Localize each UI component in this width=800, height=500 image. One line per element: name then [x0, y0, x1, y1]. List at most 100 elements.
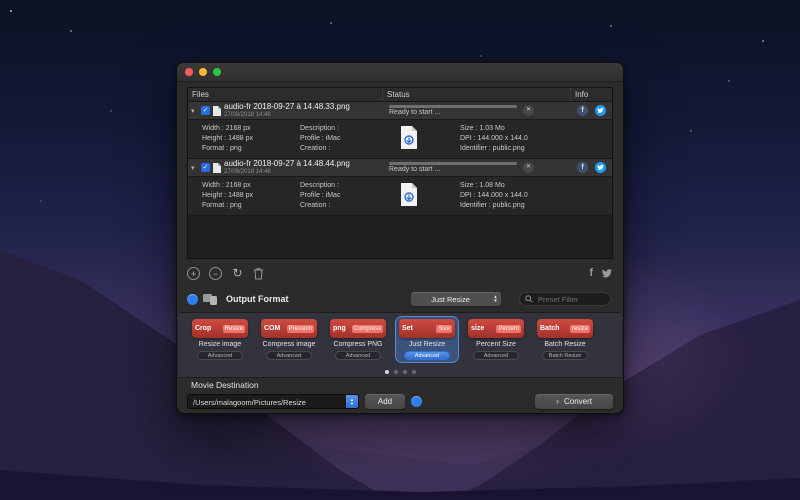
- file-name-block: audio-fr 2018-09-27 à 14.48.33.png 27/09…: [224, 103, 350, 119]
- refresh-icon[interactable]: ↻: [231, 266, 244, 280]
- page-dot[interactable]: [393, 370, 398, 374]
- file-date: 27/09/2018 14:48: [224, 112, 271, 118]
- cancel-icon[interactable]: ✕: [523, 105, 534, 116]
- advanced-button[interactable]: Advanced: [266, 351, 312, 360]
- movie-destination-label: Movie Destination: [191, 380, 259, 390]
- file-name: audio-fr 2018-09-27 à 14.48.44.png: [224, 159, 350, 168]
- destination-share-icon[interactable]: [411, 396, 422, 407]
- output-format-popup[interactable]: Just Resize ▲ ▼: [411, 292, 501, 306]
- cancel-icon[interactable]: ✕: [523, 162, 534, 173]
- preset-card-just-resize-selected[interactable]: Set Size Just Resize Advanced: [396, 317, 458, 362]
- twitter-share-icon[interactable]: [595, 162, 606, 173]
- devices-icon[interactable]: [203, 293, 219, 305]
- facebook-share-icon[interactable]: f: [577, 105, 588, 116]
- output-format-label: Output Format: [226, 294, 289, 304]
- zoom-window-button[interactable]: [213, 68, 221, 76]
- preset-card-resize-image[interactable]: Crop Resize Resize image Advanced: [189, 317, 251, 362]
- preset-badge: Batch resize: [537, 319, 593, 338]
- page-dot[interactable]: [402, 370, 407, 374]
- detail-size-info: Size : 1.08 Mo DPI : 144.000 x 144.0 Ide…: [460, 181, 528, 211]
- preset-caption: Percent Size: [476, 341, 516, 348]
- disclosure-triangle-icon[interactable]: ▾: [191, 164, 198, 172]
- preset-tag: COM: [264, 325, 281, 332]
- toolbar-share-group: f: [589, 267, 613, 279]
- detail-size-info: Size : 1.03 Mo DPI : 144.000 x 144.0 Ide…: [460, 124, 528, 154]
- close-window-button[interactable]: [185, 68, 193, 76]
- window-titlebar[interactable]: [177, 63, 623, 82]
- file-row[interactable]: ▾ ✓ audio-fr 2018-09-27 à 14.48.33.png 2…: [188, 102, 612, 120]
- file-detail-row: Width : 2168 px Height : 1488 px Format …: [188, 120, 612, 159]
- file-cell: ▾ ✓ audio-fr 2018-09-27 à 14.48.44.png 2…: [188, 159, 383, 176]
- twitter-share-icon[interactable]: [595, 105, 606, 116]
- detail-dimensions: Width : 2168 px Height : 1488 px Format …: [202, 181, 253, 211]
- preset-caption: Just Resize: [408, 341, 446, 348]
- preset-caption: Batch Resize: [544, 341, 586, 348]
- remove-file-icon[interactable]: −: [209, 266, 222, 280]
- file-row[interactable]: ▾ ✓ audio-fr 2018-09-27 à 14.48.44.png 2…: [188, 159, 612, 177]
- stars: [10, 10, 12, 12]
- file-checkbox[interactable]: ✓: [201, 163, 210, 172]
- advanced-button[interactable]: Advanced: [473, 351, 519, 360]
- destination-row: ▲▼ Add › Convert: [187, 393, 613, 410]
- trash-icon[interactable]: [253, 267, 264, 280]
- preset-strip: Crop Resize Resize image Advanced COM Pr…: [178, 312, 622, 378]
- output-format-row: Output Format Just Resize ▲ ▼: [187, 290, 613, 308]
- advanced-button[interactable]: Advanced: [404, 351, 450, 360]
- destination-path-field[interactable]: ▲▼: [187, 394, 359, 410]
- detail-description: Description :: [300, 182, 339, 189]
- preset-caption: Compress image: [262, 341, 316, 348]
- preset-subtag: resize: [569, 324, 590, 333]
- facebook-icon[interactable]: f: [589, 267, 593, 279]
- detail-description: Description :: [300, 125, 339, 132]
- preset-caption: Compress PNG: [333, 341, 383, 348]
- detail-meta: Description : Profile : iMac Creation :: [300, 181, 340, 211]
- preset-card-percent-size[interactable]: size Percent Percent Size Advanced: [465, 317, 527, 362]
- twitter-icon[interactable]: [601, 268, 613, 279]
- file-table: Files Status Info ▾ ✓ audio-fr 2018-09-2…: [187, 87, 613, 259]
- preset-filter-input[interactable]: [536, 293, 605, 305]
- column-header-status[interactable]: Status: [383, 88, 571, 101]
- preset-tag: png: [333, 325, 346, 332]
- preset-badge: png Compress: [330, 319, 386, 338]
- preset-subtag: Compress: [351, 324, 383, 333]
- preset-badge: COM Pression: [261, 319, 317, 338]
- path-stepper-icon[interactable]: ▲ ▼: [346, 395, 358, 408]
- convert-label: Convert: [563, 397, 592, 406]
- detail-width: Width : 2168 px: [202, 182, 251, 189]
- preset-tag: size: [471, 325, 485, 332]
- convert-button[interactable]: › Convert: [535, 394, 613, 409]
- file-checkbox[interactable]: ✓: [201, 106, 210, 115]
- column-header-info[interactable]: Info: [571, 88, 612, 101]
- page-dot[interactable]: [411, 370, 416, 374]
- file-cell: ▾ ✓ audio-fr 2018-09-27 à 14.48.33.png 2…: [188, 103, 383, 119]
- batch-resize-button[interactable]: Batch Resize: [542, 351, 588, 360]
- detail-profile: Profile : iMac: [300, 135, 341, 142]
- file-detail-row: Width : 2168 px Height : 1488 px Format …: [188, 177, 612, 216]
- preset-filter-field[interactable]: [519, 292, 611, 306]
- preset-card-batch-resize[interactable]: Batch resize Batch Resize Batch Resize: [534, 317, 596, 362]
- chevron-right-icon: ›: [555, 396, 559, 406]
- advanced-button[interactable]: Advanced: [335, 351, 381, 360]
- add-destination-button[interactable]: Add: [365, 394, 405, 409]
- status-text: Ready to start ...: [389, 166, 441, 173]
- detail-dpi: DPI : 144.000 x 144.0: [460, 192, 528, 199]
- preset-subtag: Pression: [286, 324, 314, 333]
- page-dots: [178, 370, 622, 374]
- add-file-icon[interactable]: +: [187, 266, 200, 280]
- file-name-block: audio-fr 2018-09-27 à 14.48.44.png 27/09…: [224, 159, 350, 176]
- minimize-window-button[interactable]: [199, 68, 207, 76]
- document-icon: [213, 162, 221, 173]
- share-blue-icon[interactable]: [187, 293, 198, 305]
- preset-card-compress-image[interactable]: COM Pression Compress image Advanced: [258, 317, 320, 362]
- detail-meta: Description : Profile : iMac Creation :: [300, 124, 340, 154]
- disclosure-triangle-icon[interactable]: ▾: [191, 107, 198, 115]
- progress-bar: [389, 105, 517, 108]
- preset-card-compress-png[interactable]: png Compress Compress PNG Advanced: [327, 317, 389, 362]
- page-dot[interactable]: [384, 370, 389, 374]
- destination-path-input[interactable]: [191, 395, 345, 410]
- detail-dpi: DPI : 144.000 x 144.0: [460, 135, 528, 142]
- advanced-button[interactable]: Advanced: [197, 351, 243, 360]
- file-preview-icon: [401, 183, 417, 206]
- facebook-share-icon[interactable]: f: [577, 162, 588, 173]
- column-header-files[interactable]: Files: [188, 88, 383, 101]
